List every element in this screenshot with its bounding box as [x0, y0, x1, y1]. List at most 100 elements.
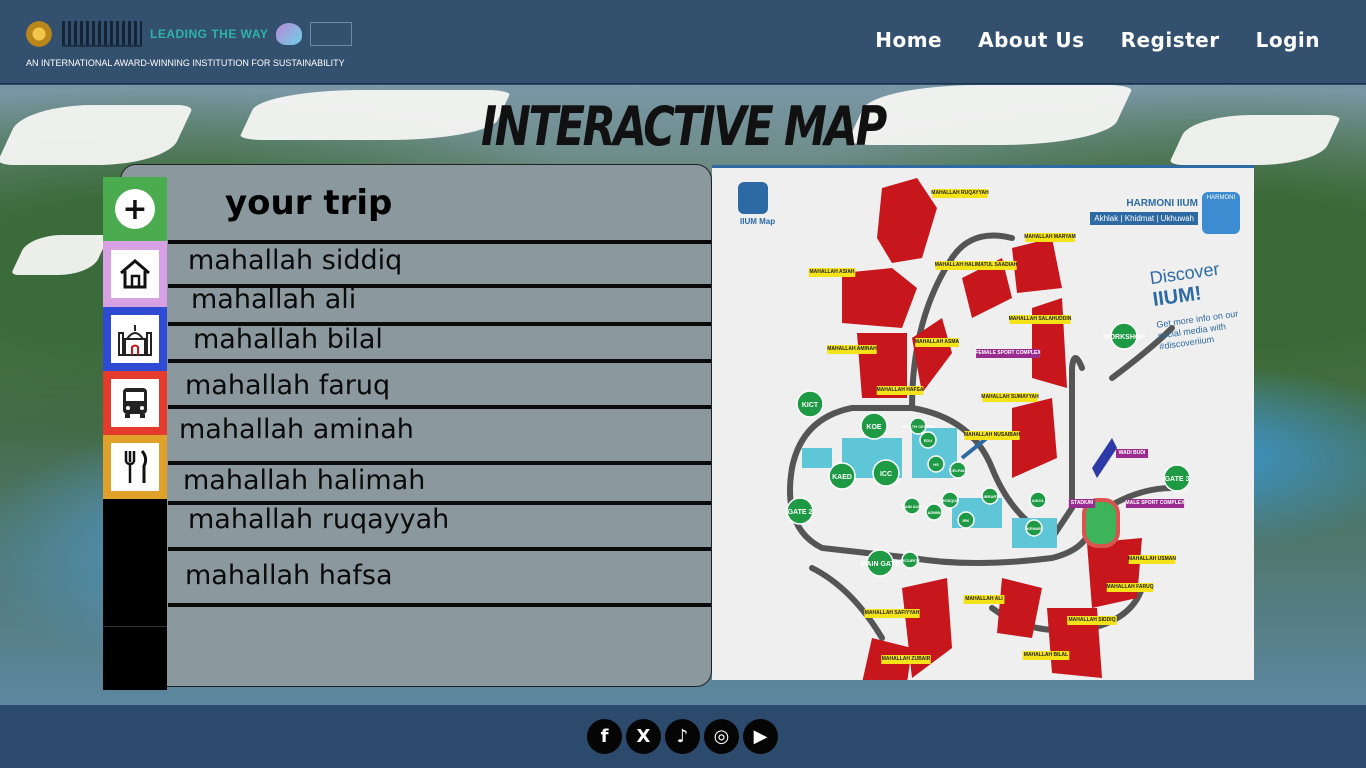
svg-text:HS: HS — [933, 462, 939, 467]
location-pin[interactable]: MOSQUE — [941, 491, 959, 509]
mahallah-label[interactable]: MAHALLAH ZUBAIR — [881, 655, 931, 664]
mahallah-label[interactable]: MAHALLAH SALAHUDDIN — [1009, 315, 1072, 324]
mahallah-label[interactable]: MAHALLAH ASMA — [915, 338, 960, 347]
hostel-building[interactable] — [1012, 238, 1062, 293]
location-pin[interactable]: AIKOL — [1029, 491, 1047, 509]
location-pin[interactable]: KENMS — [1025, 519, 1043, 537]
campus-map[interactable]: MAHALLAH RUQAYYAH MAHALLAH MARYAM MAHALLAH… — [712, 165, 1254, 680]
svg-text:KICT: KICT — [802, 402, 819, 409]
svg-text:MAHALLAH SALAHUDDIN: MAHALLAH SALAHUDDIN — [1009, 316, 1072, 322]
trip-item-mahallah-hafsa[interactable]: mahallah hafsa — [185, 560, 393, 591]
trip-item-mahallah-ruqayyah[interactable]: mahallah ruqayyah — [188, 504, 449, 535]
trip-item-mahallah-ali[interactable]: mahallah ali — [191, 284, 356, 315]
mahallah-label[interactable]: MAHALLAH SAFIYYAH — [864, 609, 920, 618]
bus-category-button[interactable] — [103, 371, 167, 435]
location-pin[interactable]: CELPAD — [949, 461, 967, 479]
x-icon[interactable]: X — [626, 719, 661, 754]
trip-item-mahallah-faruq[interactable]: mahallah faruq — [185, 370, 390, 401]
trip-item-mahallah-siddiq[interactable]: mahallah siddiq — [188, 245, 402, 276]
main-content: INTERACTIVE MAP your trip mahallah siddi… — [0, 85, 1366, 705]
tiktok-icon[interactable]: ♪ — [665, 719, 700, 754]
paint-brush-decoration — [10, 235, 110, 275]
trip-row-divider — [168, 603, 711, 607]
trip-row-divider — [168, 240, 711, 244]
trip-item-mahallah-aminah[interactable]: mahallah aminah — [179, 414, 414, 445]
svg-text:WADI BUDI: WADI BUDI — [1119, 450, 1146, 456]
hostel-building[interactable] — [877, 178, 937, 263]
facility-label[interactable]: STADIUM — [1068, 499, 1096, 508]
add-place-button[interactable]: + — [103, 177, 167, 241]
facility-label[interactable]: MALE SPORT COMPLEX — [1126, 499, 1186, 508]
social-links: f X ♪ ◎ ▶ — [587, 719, 778, 754]
hostel-building[interactable] — [1087, 538, 1142, 608]
location-pin[interactable]: GATE 2 — [786, 497, 814, 525]
home-icon — [111, 250, 159, 298]
svg-text:GATE 3: GATE 3 — [1165, 476, 1190, 483]
plus-icon: + — [115, 189, 155, 229]
svg-text:EDU: EDU — [924, 438, 933, 443]
footer: f X ♪ ◎ ▶ — [0, 706, 1366, 768]
location-pin[interactable]: GATE 3 — [1163, 464, 1191, 492]
mahallah-label[interactable]: MAHALLAH SIDDIQ — [1067, 616, 1117, 625]
location-pin[interactable]: ICC — [872, 459, 900, 487]
svg-text:MOSQUE: MOSQUE — [941, 498, 959, 503]
sidebar-divider — [103, 626, 167, 627]
mahallah-label[interactable]: MAHALLAH BILAL — [1022, 651, 1070, 660]
location-pin[interactable]: KICT — [796, 390, 824, 418]
facility-label[interactable]: FEMALE SPORT COMPLEX — [975, 349, 1041, 358]
home-category-button[interactable] — [103, 241, 167, 307]
trip-item-mahallah-halimah[interactable]: mahallah halimah — [183, 465, 425, 496]
nav-about-us[interactable]: About Us — [978, 28, 1084, 52]
trip-row-divider — [168, 359, 711, 363]
location-pin[interactable]: ADMIN — [925, 503, 943, 521]
location-pin[interactable]: HS — [927, 455, 945, 473]
mahallah-label[interactable]: MAHALLAH HAFSA — [877, 386, 924, 395]
facility-label[interactable]: WADI BUDI — [1115, 449, 1149, 458]
svg-text:KAED: KAED — [832, 474, 852, 481]
fork-knife-icon — [111, 443, 159, 491]
svg-text:ADMIN: ADMIN — [927, 510, 940, 515]
nav-register[interactable]: Register — [1121, 28, 1220, 52]
mahallah-label[interactable]: MAHALLAH AMINAH — [827, 345, 877, 354]
location-pin[interactable]: LIBRARY — [981, 487, 999, 505]
svg-text:HEALTH CENTER: HEALTH CENTER — [901, 424, 935, 429]
mahallah-label[interactable]: MAHALLAH RUQAYYAH — [931, 189, 989, 198]
nav-login[interactable]: Login — [1256, 28, 1320, 52]
youtube-icon[interactable]: ▶ — [743, 719, 778, 754]
logo-row: LEADING THE WAY — [24, 14, 353, 54]
heart-logo-icon — [276, 23, 303, 45]
hostel-building[interactable] — [1032, 298, 1067, 388]
academic-building[interactable] — [802, 448, 832, 468]
location-pin[interactable]: WORKSHOP — [1103, 322, 1145, 350]
mahallah-label[interactable]: MAHALLAH ASIAH — [808, 268, 856, 277]
svg-text:FEMALE SPORT COMPLEX: FEMALE SPORT COMPLEX — [975, 350, 1041, 356]
mahallah-label[interactable]: MAHALLAH SUMAYYAH — [981, 393, 1039, 402]
location-pin[interactable]: MAIN AUDI — [902, 497, 923, 515]
svg-text:MAIN AUDI: MAIN AUDI — [902, 504, 923, 509]
trip-row-divider — [168, 547, 711, 551]
category-sidebar: + — [103, 177, 167, 690]
trip-item-mahallah-bilal[interactable]: mahallah bilal — [193, 324, 383, 355]
svg-text:MAHALLAH SIDDIQ: MAHALLAH SIDDIQ — [1069, 617, 1116, 623]
food-category-button[interactable] — [103, 435, 167, 499]
mahallah-label[interactable]: MAHALLAH NUSAIBAH — [964, 431, 1020, 440]
location-pin[interactable]: KOE — [860, 412, 888, 440]
location-pin[interactable]: KAED — [828, 462, 856, 490]
university-logo[interactable]: LEADING THE WAY AN INTERNATIONAL AWARD-W… — [24, 14, 364, 70]
svg-text:GATE 2: GATE 2 — [788, 509, 813, 516]
mahallah-label[interactable]: MAHALLAH HALIMATUL SAADIAH — [935, 261, 1018, 270]
mahallah-label[interactable]: MAHALLAH USMAN — [1128, 555, 1176, 564]
harmoni-badge-label: HARMONI — [1206, 195, 1236, 201]
mahallah-label[interactable]: MAHALLAH FARUQ — [1106, 583, 1154, 592]
mahallah-label[interactable]: MAHALLAH ALI — [963, 595, 1005, 604]
svg-text:KENMS: KENMS — [1027, 526, 1042, 531]
location-pin[interactable]: EDU — [919, 431, 937, 449]
location-pin[interactable]: IRK — [957, 511, 975, 529]
facebook-icon[interactable]: f — [587, 719, 622, 754]
mosque-category-button[interactable] — [103, 307, 167, 371]
trip-title: your trip — [225, 183, 393, 223]
mahallah-label[interactable]: MAHALLAH MARYAM — [1024, 233, 1076, 242]
nav-home[interactable]: Home — [875, 28, 942, 52]
instagram-icon[interactable]: ◎ — [704, 719, 739, 754]
svg-text:KOE: KOE — [866, 424, 882, 431]
